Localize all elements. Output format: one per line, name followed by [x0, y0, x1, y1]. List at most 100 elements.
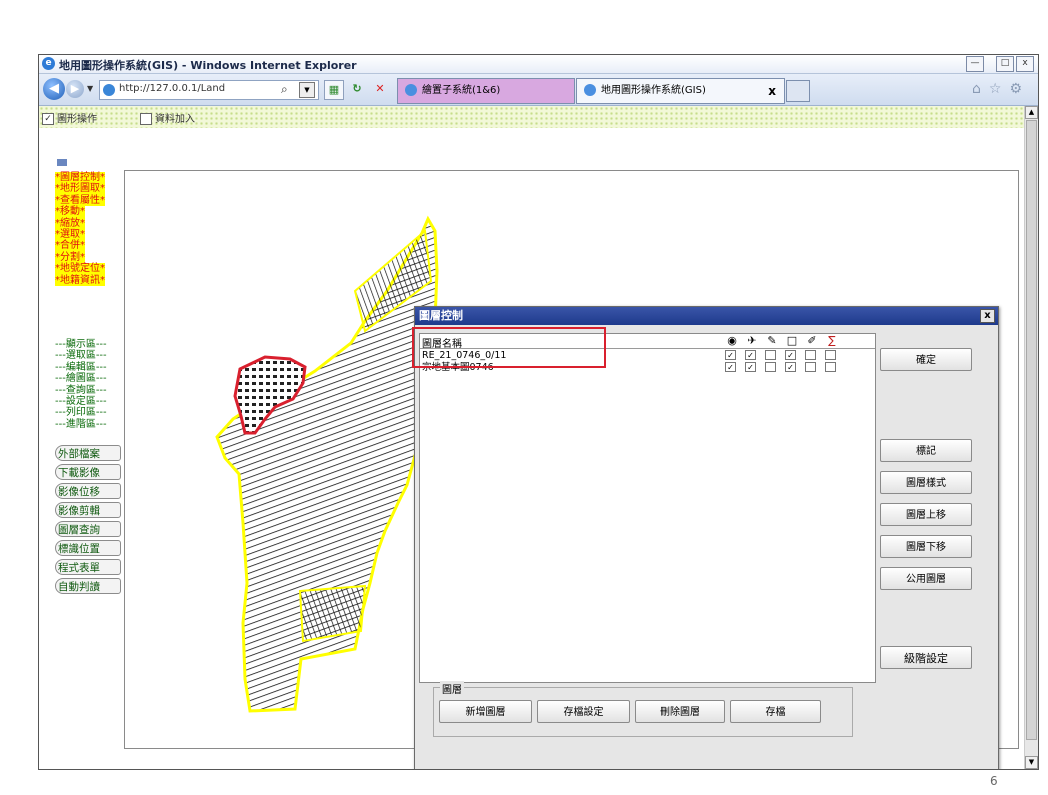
menu-item-merge[interactable]: *合併*	[55, 240, 85, 252]
compatibility-view-icon[interactable]: ▦	[324, 80, 344, 100]
image-clip-button[interactable]: 影像剪輯	[55, 502, 121, 518]
fill-checkbox[interactable]: ✓	[785, 362, 796, 372]
stop-icon[interactable]: ✕	[371, 80, 389, 98]
address-bar[interactable]: http://127.0.0.1/Land ⌕ ▼	[99, 80, 319, 100]
step-setting-button[interactable]: 級階設定	[880, 646, 972, 669]
menu-item-cadastral-info[interactable]: *地籍資訊*	[55, 274, 105, 287]
layer-style-button[interactable]: 圖層樣式	[880, 471, 972, 494]
home-icon[interactable]: ⌂	[972, 81, 989, 97]
layer-table: 圖層名稱 ◉ ✈ ✎ □ ✐ ∑ RE_21_0746_0/11 ✓ ✓ ✓ 宗…	[412, 327, 876, 683]
menu-item-parcel-locate[interactable]: *地號定位*	[55, 263, 105, 275]
checkbox-graphic-operation[interactable]: ✓ 圖形操作	[42, 110, 97, 125]
close-window-button[interactable]: x	[1016, 56, 1034, 72]
favorites-icon[interactable]: ☆	[989, 81, 1010, 97]
layer-control-dialog: 圖層控制 x 圖層名稱 ◉ ✈ ✎ □ ✐ ∑ RE_21_0746_0/11 …	[412, 306, 999, 769]
highlight-annotation	[412, 327, 606, 368]
visible-checkbox[interactable]: ✓	[725, 350, 736, 360]
label-checkbox[interactable]	[805, 362, 816, 372]
layer-group: 圖層 新增圖層 存檔設定 刪除圖層 存檔	[433, 681, 853, 737]
new-tab-button[interactable]	[786, 80, 810, 102]
delete-layer-button[interactable]: 刪除圖層	[635, 700, 725, 723]
menu-section-settings[interactable]: ---設定區---	[55, 396, 125, 407]
menu-section-display[interactable]: ---顯示區---	[55, 339, 125, 350]
move-layer-down-button[interactable]: 圖層下移	[880, 535, 972, 558]
add-layer-button[interactable]: 新增圖層	[439, 700, 532, 723]
menu-section-print[interactable]: ---列印區---	[55, 407, 125, 418]
ie-logo-icon: e	[42, 57, 55, 70]
mark-position-button[interactable]: 標識位置	[55, 540, 121, 556]
checkbox-box[interactable]: ✓	[42, 113, 54, 125]
mode-checkbar: ✓ 圖形操作 資料加入	[39, 106, 1025, 128]
search-icon[interactable]: ⌕	[281, 82, 288, 97]
selectable-checkbox[interactable]: ✓	[745, 362, 756, 372]
minimize-button[interactable]: —	[966, 56, 984, 72]
layer-checkboxes: ✓ ✓ ✓	[725, 350, 845, 360]
sigma-icon: ∑	[828, 334, 836, 347]
save-button[interactable]: 存檔	[730, 700, 821, 723]
maximize-button[interactable]: □	[996, 56, 1014, 72]
gear-icon[interactable]: ⚙	[1009, 81, 1030, 97]
confirm-button[interactable]: 確定	[880, 348, 972, 371]
label-checkbox[interactable]	[805, 350, 816, 360]
scroll-down-icon[interactable]: ▼	[1025, 756, 1038, 769]
group-legend: 圖層	[440, 681, 464, 696]
pencil-icon: ✐	[807, 334, 817, 347]
selectable-checkbox[interactable]: ✓	[745, 350, 756, 360]
menu-item-zoom[interactable]: *縮放*	[55, 217, 85, 230]
checkbox-data-add[interactable]: 資料加入	[140, 110, 195, 125]
back-button[interactable]: ◀	[43, 78, 65, 100]
address-url[interactable]: http://127.0.0.1/Land	[119, 83, 225, 94]
menu-item-terrain[interactable]: *地形圖取*	[55, 183, 105, 195]
save-settings-button[interactable]: 存檔設定	[537, 700, 630, 723]
section-menu: ---顯示區--- ---選取區--- ---編輯區--- ---繪圖區--- …	[55, 339, 125, 430]
sum-checkbox[interactable]	[825, 350, 836, 360]
menu-section-select[interactable]: ---選取區---	[55, 350, 125, 361]
auto-interpret-button[interactable]: 自動判讀	[55, 578, 121, 594]
mark-button[interactable]: 標記	[880, 439, 972, 462]
menu-section-edit[interactable]: ---編輯區---	[55, 362, 125, 373]
move-layer-up-button[interactable]: 圖層上移	[880, 503, 972, 526]
checkbox-box[interactable]	[140, 113, 152, 125]
dialog-title-bar[interactable]: 圖層控制 x	[415, 307, 998, 325]
menu-item-move[interactable]: *移動*	[55, 206, 85, 218]
panel-toggle-icon[interactable]	[57, 156, 79, 179]
external-file-button[interactable]: 外部檔案	[55, 445, 121, 461]
page-content: ✓ 圖形操作 資料加入 *圖層控制* *地形圖取* *查看屬性* *移動* *縮放…	[39, 106, 1025, 769]
dialog-title: 圖層控制	[419, 309, 463, 322]
history-dropdown-icon[interactable]: ▼	[87, 84, 93, 93]
tab-favicon-icon	[405, 84, 417, 96]
address-dropdown-icon[interactable]: ▼	[299, 82, 315, 98]
menu-section-query[interactable]: ---查詢區---	[55, 385, 125, 396]
dialog-close-button[interactable]: x	[980, 309, 995, 323]
page-icon	[103, 84, 115, 96]
tab-label: 繪置子系統(1&6)	[422, 85, 501, 96]
public-layers-button[interactable]: 公用圖層	[880, 567, 972, 590]
menu-item-split[interactable]: *分割*	[55, 251, 85, 264]
sum-checkbox[interactable]	[825, 362, 836, 372]
layer-checkboxes: ✓ ✓ ✓	[725, 362, 845, 372]
menu-item-select[interactable]: *選取*	[55, 229, 85, 241]
image-shift-button[interactable]: 影像位移	[55, 483, 121, 499]
layer-query-button[interactable]: 圖層查詢	[55, 521, 121, 537]
side-button-group: 外部檔案 下載影像 影像位移 影像剪輯 圖層查詢 標識位置 程式表單 自動判讀	[55, 445, 121, 597]
program-form-button[interactable]: 程式表單	[55, 559, 121, 575]
tab-drawing-system[interactable]: 繪置子系統(1&6)	[397, 78, 575, 104]
menu-item-view-attributes[interactable]: *查看屬性*	[55, 194, 105, 207]
visible-checkbox[interactable]: ✓	[725, 362, 736, 372]
scroll-up-icon[interactable]: ▲	[1025, 106, 1038, 119]
refresh-icon[interactable]: ↻	[348, 80, 366, 98]
forward-button[interactable]: ▶	[66, 80, 84, 98]
menu-item-layer-control[interactable]: *圖層控制*	[55, 172, 105, 184]
vertical-scrollbar[interactable]: ▲ ▼	[1024, 106, 1038, 769]
checkbox-label: 圖形操作	[57, 114, 97, 125]
menu-section-draw[interactable]: ---繪圖區---	[55, 373, 125, 384]
tab-close-icon[interactable]: x	[768, 79, 776, 103]
title-bar: e 地用圖形操作系統(GIS) - Windows Internet Explo…	[39, 55, 1038, 74]
menu-section-advanced[interactable]: ---進階區---	[55, 419, 125, 430]
editable-checkbox[interactable]	[765, 362, 776, 372]
tab-gis-system[interactable]: 地用圖形操作系統(GIS) x	[576, 78, 785, 104]
fill-checkbox[interactable]: ✓	[785, 350, 796, 360]
editable-checkbox[interactable]	[765, 350, 776, 360]
scroll-thumb[interactable]	[1026, 120, 1037, 740]
download-image-button[interactable]: 下載影像	[55, 464, 121, 480]
